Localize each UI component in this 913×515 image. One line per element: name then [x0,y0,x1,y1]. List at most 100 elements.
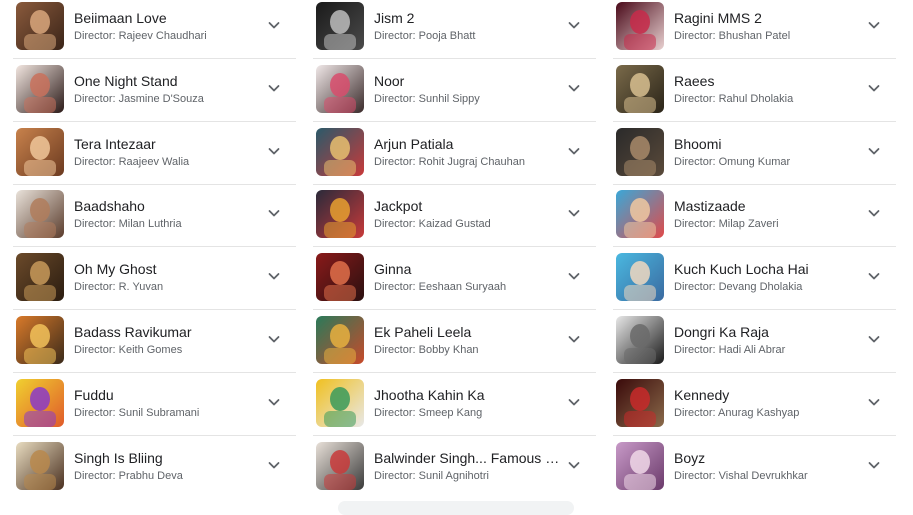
movie-list-item[interactable]: Kennedy Director: Anurag Kashyap [613,377,896,440]
movie-director: Director: Sunil Subramani [74,406,200,419]
movie-title[interactable]: Tera Intezaar [74,135,264,153]
movie-title[interactable]: Oh My Ghost [74,260,264,278]
movie-list-item[interactable]: Tera Intezaar Director: Raajeev Walia [13,126,296,189]
movie-title[interactable]: Jackpot [374,197,564,215]
movie-title[interactable]: Dongri Ka Raja [674,323,864,341]
movie-director: Director: Rajeev Chaudhari [74,30,207,42]
movie-title[interactable]: Noor [374,72,564,90]
movie-title[interactable]: Bhoomi [674,135,864,153]
movie-poster-thumbnail [316,190,364,239]
chevron-down-icon[interactable] [267,332,281,346]
movie-poster-thumbnail [16,64,64,113]
chevron-down-icon[interactable] [867,458,881,472]
chevron-down-icon[interactable] [867,395,881,409]
movie-title[interactable]: Fuddu [74,386,264,404]
movie-director: Director: Sunhil Sippy [374,92,480,105]
movie-list-item[interactable]: Kuch Kuch Locha Hai Director: Devang Dhol… [613,251,896,314]
movie-list-item[interactable]: Boyz Director: Vishal Devrukhkar [613,440,896,503]
movie-list-item[interactable]: Singh Is Bliing Director: Prabhu Deva [13,440,296,503]
chevron-down-icon[interactable] [567,458,581,472]
movie-director: Director: Kaizad Gustad [374,218,491,231]
movie-title[interactable]: Singh Is Bliing [74,449,264,467]
movie-title[interactable]: Badass Ravikumar [74,323,264,341]
movie-list-item[interactable]: Jhootha Kahin Ka Director: Smeep Kang [313,377,596,440]
movie-list-item[interactable]: Raees Director: Rahul Dholakia [613,63,896,126]
movie-title[interactable]: Kuch Kuch Locha Hai [674,260,864,278]
movie-list-item[interactable]: Mastizaade Director: Milap Zaveri [613,188,896,251]
movie-title[interactable]: Raees [674,72,864,90]
movie-poster-thumbnail [616,190,664,239]
movie-list-item[interactable]: Beiimaan Love Director: Rajeev Chaudhari [13,0,296,63]
chevron-down-icon[interactable] [567,144,581,158]
movie-text: Badass Ravikumar Director: Keith Gomes [74,323,264,359]
movie-list-item[interactable]: Jism 2 Director: Pooja Bhatt [313,0,596,63]
movie-director: Director: Devang Dholakia [674,281,803,294]
movie-list-item[interactable]: Ginna Director: Eeshaan Suryaah [313,251,596,314]
movie-title[interactable]: Mastizaade [674,197,864,215]
chevron-down-icon[interactable] [867,144,881,158]
movie-text: One Night Stand Director: Jasmine D'Souza [74,72,264,108]
movie-poster-thumbnail [316,441,364,490]
chevron-down-icon[interactable] [267,206,281,220]
movie-list-item[interactable]: Baadshaho Director: Milan Luthria [13,188,296,251]
movie-list-item[interactable]: Balwinder Singh... Famous H... Director: … [313,440,596,503]
movie-text: Tera Intezaar Director: Raajeev Walia [74,135,264,171]
chevron-down-icon[interactable] [567,395,581,409]
chevron-down-icon[interactable] [267,81,281,95]
movie-title[interactable]: Jhootha Kahin Ka [374,386,564,404]
scroll-hint [338,501,574,515]
movie-list-item[interactable]: Bhoomi Director: Omung Kumar [613,126,896,189]
movie-list-item[interactable]: Ragini MMS 2 Director: Bhushan Patel [613,0,896,63]
movie-list-item[interactable]: Ek Paheli Leela Director: Bobby Khan [313,314,596,377]
chevron-down-icon[interactable] [567,81,581,95]
movie-director: Director: Smeep Kang [374,406,483,419]
movie-director: Director: Bhushan Patel [674,30,791,42]
chevron-down-icon[interactable] [567,206,581,220]
movie-text: Ragini MMS 2 Director: Bhushan Patel [674,9,864,45]
movie-poster-thumbnail [316,127,364,176]
movie-list-item[interactable]: One Night Stand Director: Jasmine D'Souza [13,63,296,126]
movie-title[interactable]: Arjun Patiala [374,135,564,153]
movie-list-item[interactable]: Dongri Ka Raja Director: Hadi Ali Abrar [613,314,896,377]
movie-list-item[interactable]: Arjun Patiala Director: Rohit Jugraj Chau… [313,126,596,189]
chevron-down-icon[interactable] [567,18,581,32]
movie-title[interactable]: Balwinder Singh... Famous H... [374,449,564,467]
chevron-down-icon[interactable] [267,395,281,409]
chevron-down-icon[interactable] [567,332,581,346]
movie-director: Director: Omung Kumar [674,155,791,168]
movie-list-item[interactable]: Fuddu Director: Sunil Subramani [13,377,296,440]
movie-title[interactable]: Ginna [374,260,564,278]
movie-title[interactable]: Ragini MMS 2 [674,9,864,27]
movie-poster-thumbnail [16,315,64,364]
movie-director: Director: Keith Gomes [74,343,183,356]
chevron-down-icon[interactable] [867,18,881,32]
movie-list-item[interactable]: Noor Director: Sunhil Sippy [313,63,596,126]
movie-director: Director: Jasmine D'Souza [74,92,204,105]
movie-title[interactable]: Boyz [674,449,864,467]
chevron-down-icon[interactable] [267,18,281,32]
movie-poster-thumbnail [16,2,64,50]
chevron-down-icon[interactable] [867,206,881,220]
chevron-down-icon[interactable] [867,269,881,283]
movie-poster-thumbnail [616,64,664,113]
movie-title[interactable]: Ek Paheli Leela [374,323,564,341]
movie-list-item[interactable]: Oh My Ghost Director: R. Yuvan [13,251,296,314]
chevron-down-icon[interactable] [567,269,581,283]
chevron-down-icon[interactable] [867,332,881,346]
movie-title[interactable]: Kennedy [674,386,864,404]
movie-column-1: Beiimaan Love Director: Rajeev Chaudhari O… [13,0,296,502]
movie-title[interactable]: One Night Stand [74,72,264,90]
chevron-down-icon[interactable] [267,269,281,283]
movie-poster-thumbnail [16,127,64,176]
movie-text: Jackpot Director: Kaizad Gustad [374,197,564,233]
movie-title[interactable]: Baadshaho [74,197,264,215]
chevron-down-icon[interactable] [867,81,881,95]
chevron-down-icon[interactable] [267,144,281,158]
movie-poster-thumbnail [316,253,364,302]
movie-list-item[interactable]: Badass Ravikumar Director: Keith Gomes [13,314,296,377]
movie-title[interactable]: Jism 2 [374,9,564,27]
chevron-down-icon[interactable] [267,458,281,472]
movie-list-item[interactable]: Jackpot Director: Kaizad Gustad [313,188,596,251]
movie-director: Director: Raajeev Walia [74,155,190,168]
movie-title[interactable]: Beiimaan Love [74,9,264,27]
